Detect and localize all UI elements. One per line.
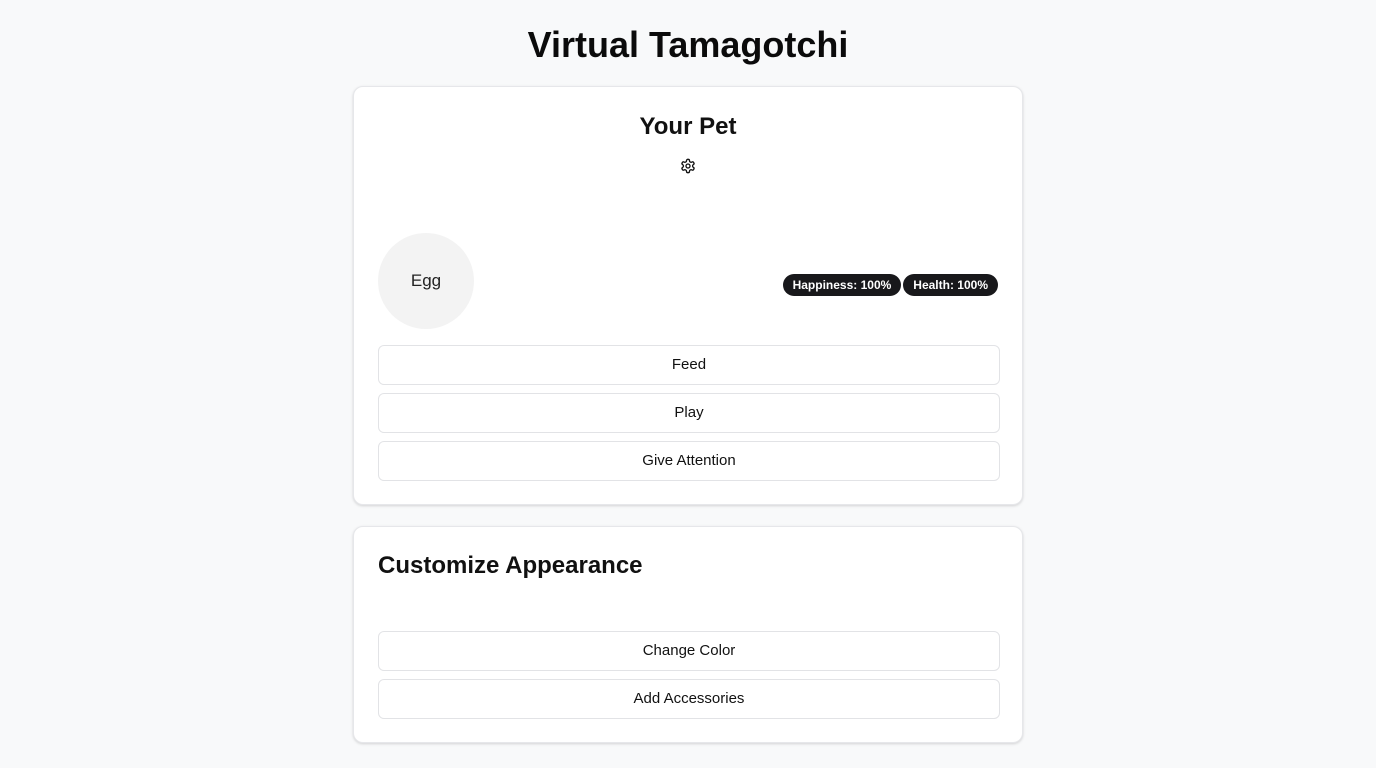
- page-title: Virtual Tamagotchi: [527, 24, 849, 65]
- add-accessories-button[interactable]: Add Accessories: [378, 679, 1000, 719]
- pet-stats: Happiness: 100% Health: 100%: [782, 274, 998, 296]
- happiness-badge: Happiness: 100%: [782, 274, 902, 296]
- customize-card-title: Customize Appearance: [378, 552, 643, 579]
- pet-card: Your Pet Egg Happiness: 100% Health: 100…: [353, 86, 1023, 505]
- pet-stage-label: Egg: [410, 271, 442, 290]
- feed-button[interactable]: Feed: [378, 345, 1000, 385]
- health-badge: Health: 100%: [903, 274, 998, 296]
- customize-card: Customize Appearance Change Color Add Ac…: [353, 526, 1023, 743]
- play-button[interactable]: Play: [378, 393, 1000, 433]
- gear-icon[interactable]: [680, 158, 696, 174]
- change-color-button[interactable]: Change Color: [378, 631, 1000, 671]
- pet-avatar: Egg: [378, 233, 474, 329]
- pet-card-title: Your Pet: [639, 113, 737, 140]
- give-attention-button[interactable]: Give Attention: [378, 441, 1000, 481]
